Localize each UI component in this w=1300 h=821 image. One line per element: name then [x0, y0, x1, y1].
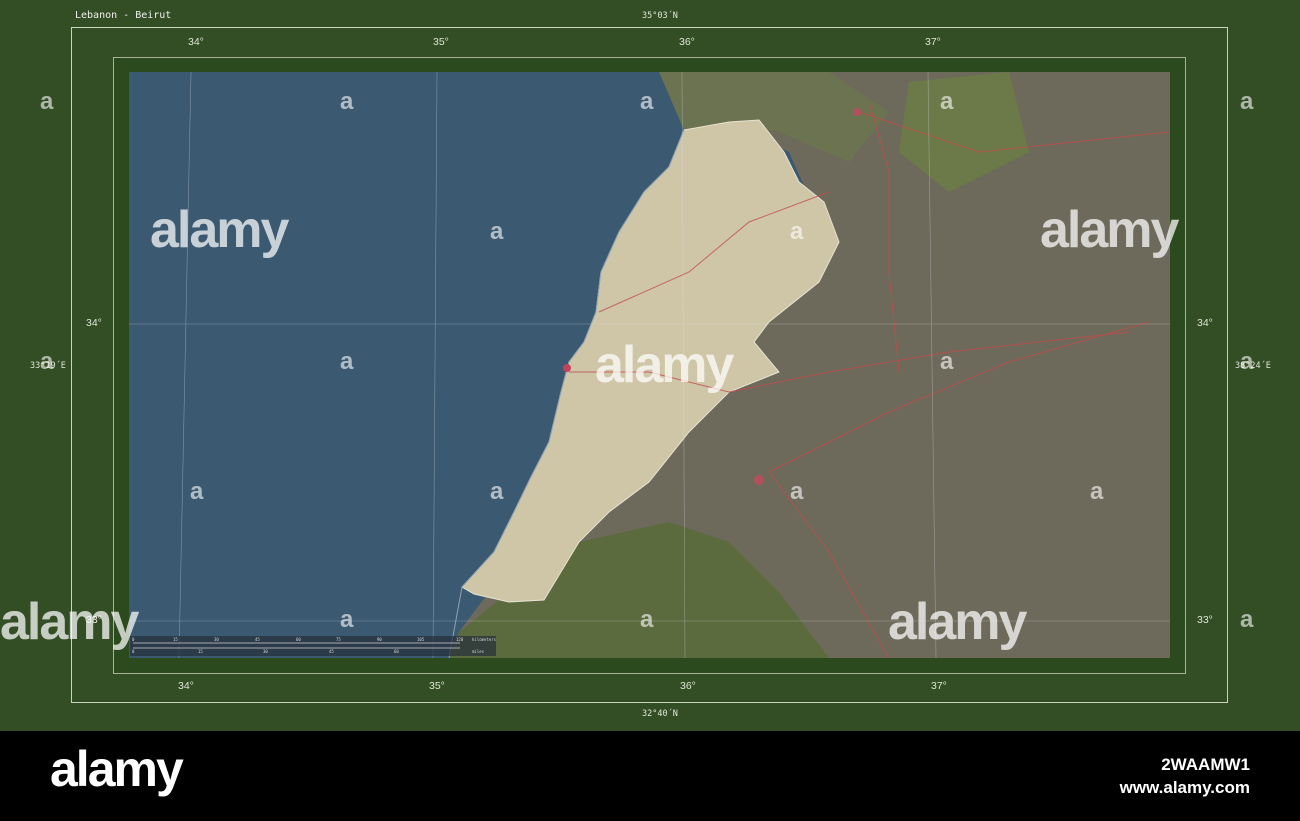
watermark-letter: a	[1090, 478, 1104, 505]
lon-tick-top: 35°	[433, 36, 449, 48]
watermark-letter: a	[340, 606, 354, 633]
watermark: alamy	[150, 201, 289, 259]
lon-tick-bottom: 34°	[178, 680, 194, 692]
scale-km-label: 15	[173, 637, 178, 642]
lon-tick-bottom: 35°	[429, 680, 445, 692]
watermark-letter: a	[790, 218, 804, 245]
watermark-letter: a	[340, 348, 354, 375]
watermark-letter: a	[190, 478, 204, 505]
scale-km-label: 45	[255, 637, 260, 642]
watermark-letter: a	[940, 88, 954, 115]
city-homs	[853, 108, 861, 116]
scale-km-label: 75	[336, 637, 341, 642]
watermark-letter: a	[940, 348, 954, 375]
scale-mi-label: 45	[329, 649, 334, 654]
watermark-letter: a	[40, 348, 54, 375]
watermark-letter: a	[490, 218, 504, 245]
watermark-letter: a	[1240, 606, 1254, 633]
scale-km-label: 120	[456, 637, 464, 642]
lon-tick-bottom: 37°	[931, 680, 947, 692]
scale-km-unit: kilometers	[472, 637, 497, 642]
lon-tick-bottom: 36°	[680, 680, 696, 692]
lon-tick-top: 34°	[188, 36, 204, 48]
map-title: Lebanon - Beirut	[75, 10, 172, 21]
watermark: alamy	[1040, 201, 1179, 259]
city-beirut	[563, 364, 571, 372]
scale-mi-label: 15	[198, 649, 203, 654]
watermark-letter: a	[40, 88, 54, 115]
scale-km-label: 105	[417, 637, 425, 642]
scale-mi-unit: miles	[472, 649, 485, 654]
watermark: alamy	[888, 593, 1027, 651]
scale-mi-label: 60	[394, 649, 399, 654]
watermark-letter: a	[1240, 88, 1254, 115]
watermark-letter: a	[340, 88, 354, 115]
scale-mi-label: 30	[263, 649, 268, 654]
lat-bottom-label: 32°40´N	[642, 709, 678, 719]
watermark-letter: a	[790, 478, 804, 505]
city-damascus	[754, 475, 764, 485]
lat-tick-right: 34°	[1197, 317, 1213, 329]
site-url: www.alamy.com	[1119, 778, 1250, 797]
watermark-letter: a	[640, 606, 654, 633]
watermark-letter: a	[640, 88, 654, 115]
lat-tick-right: 33°	[1197, 614, 1213, 626]
watermark: alamy	[0, 593, 139, 651]
footer-bar	[0, 731, 1300, 821]
scale-km-label: 60	[296, 637, 301, 642]
alamy-logo: alamy	[50, 741, 184, 797]
watermark: alamy	[595, 336, 734, 394]
lon-tick-top: 37°	[925, 36, 941, 48]
map-image: Lebanon - Beirut 35°03´N 32°40´N 33°19´E…	[0, 0, 1300, 821]
image-id: 2WAAMW1	[1161, 755, 1250, 774]
scale-bar: 0 15 30 45 60 75 90 105 120 kilometers 0…	[130, 636, 496, 656]
watermark-letter: a	[1240, 348, 1254, 375]
watermark-letter: a	[490, 478, 504, 505]
lat-tick-left: 34°	[86, 317, 102, 329]
lon-tick-top: 36°	[679, 36, 695, 48]
scale-km-label: 30	[214, 637, 219, 642]
lat-top-label: 35°03´N	[642, 11, 678, 21]
scale-km-label: 90	[377, 637, 382, 642]
